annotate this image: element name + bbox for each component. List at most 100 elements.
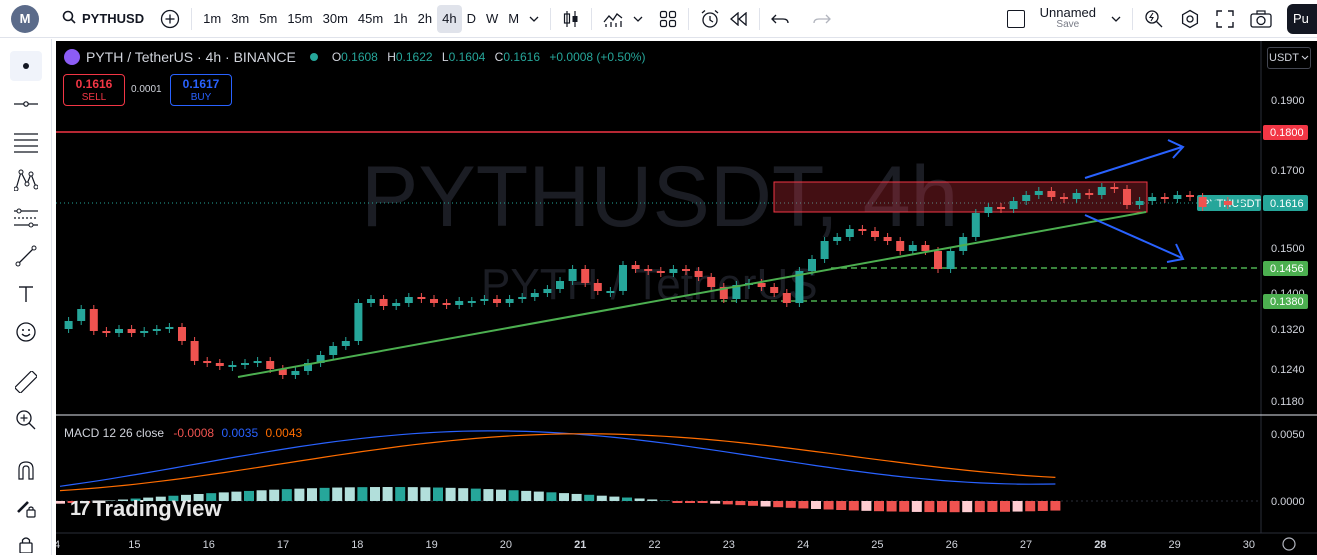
interval-M[interactable]: M <box>503 5 524 33</box>
fullscreen-button[interactable] <box>1211 5 1239 33</box>
bullish-projection-arrow[interactable] <box>1084 139 1185 179</box>
interval-45m[interactable]: 45m <box>353 5 388 33</box>
interval-1m[interactable]: 1m <box>198 5 226 33</box>
buy-button[interactable]: 0.1617 BUY <box>170 74 232 106</box>
macd-histogram-bar <box>710 501 721 504</box>
candle-body <box>1123 189 1131 205</box>
legend-title: PYTH / TetherUS · 4h · BINANCE <box>86 49 296 65</box>
alert-button[interactable] <box>695 5 725 33</box>
macd-legend[interactable]: MACD 12 26 close -0.0008 0.0035 0.0043 <box>64 426 302 440</box>
interval-W[interactable]: W <box>481 5 503 33</box>
current-price-label: 0.1616 <box>1270 198 1304 210</box>
candle-body <box>1148 197 1157 201</box>
trend-line-tool-button[interactable] <box>10 89 42 119</box>
interval-15m[interactable]: 15m <box>282 5 317 33</box>
candle-body <box>707 277 716 287</box>
lock-drawings-button[interactable] <box>10 493 42 523</box>
quick-search-button[interactable] <box>1139 5 1169 33</box>
measure-tool-button[interactable] <box>10 367 42 397</box>
change-value: +0.0008 (+0.50%) <box>549 50 646 64</box>
macd-histogram-bar <box>760 501 771 507</box>
time-axis-settings-button[interactable] <box>1282 537 1296 551</box>
macd-histogram-bar <box>798 501 809 509</box>
bearish-projection-arrow[interactable] <box>1084 214 1185 263</box>
indicators-dropdown[interactable] <box>628 5 648 33</box>
interval-3m[interactable]: 3m <box>226 5 254 33</box>
macd-histogram-bar <box>319 487 330 501</box>
high-value: 0.1622 <box>395 50 433 64</box>
undo-button[interactable] <box>766 5 794 33</box>
symbol-search-button[interactable]: PYTHUSD <box>57 5 149 33</box>
chart-area[interactable]: PYTHUSDT, 4h PYTH / TetherUS 0.1900 0.17… <box>54 41 1317 555</box>
macd-histogram-bar <box>559 493 569 501</box>
interval-2h[interactable]: 2h <box>413 5 437 33</box>
tradingview-logo[interactable]: 17 TradingView <box>70 496 221 522</box>
interval-D[interactable]: D <box>462 5 481 33</box>
consolidation-box[interactable] <box>773 181 1148 213</box>
support-badge-1-label: 0.1456 <box>1270 263 1304 275</box>
macd-histogram-bar <box>294 488 305 501</box>
interval-4h[interactable]: 4h <box>437 4 462 33</box>
prediction-tool-button[interactable] <box>10 203 42 233</box>
macd-histogram-bar <box>231 491 242 501</box>
pattern-tool-button[interactable] <box>10 165 42 195</box>
gear-icon <box>1282 537 1296 551</box>
interval-1h[interactable]: 1h <box>388 5 412 33</box>
candle-body <box>833 237 842 241</box>
macd-histogram-bar <box>924 501 935 513</box>
snapshot-button[interactable] <box>1245 5 1277 33</box>
candle-body <box>417 297 426 299</box>
chart-canvas[interactable]: PYTHUSDT, 4h PYTH / TetherUS 0.1900 0.17… <box>54 41 1317 555</box>
sell-button[interactable]: 0.1616 SELL <box>63 74 125 106</box>
fib-tool-button[interactable] <box>10 127 42 157</box>
price-tick: 0.1500 <box>1271 243 1305 255</box>
candle-body <box>543 289 552 293</box>
candle-body <box>984 207 993 213</box>
macd-histogram-bar <box>634 498 645 501</box>
ruler-icon <box>15 371 37 393</box>
alarm-clock-icon <box>701 9 719 28</box>
symbol-legend[interactable]: PYTH / TetherUS · 4h · BINANCE O0.1608 H… <box>64 49 651 65</box>
tv-logo-icon: 17 <box>70 497 90 520</box>
interval-30m[interactable]: 30m <box>318 5 353 33</box>
interval-5m[interactable]: 5m <box>254 5 282 33</box>
brush-tool-button[interactable] <box>10 241 42 271</box>
chart-type-button[interactable] <box>557 5 585 33</box>
macd-histogram-bar <box>55 501 65 504</box>
text-tool-button[interactable] <box>10 279 42 309</box>
candle-body <box>493 299 501 303</box>
publish-button[interactable]: Pu <box>1287 3 1317 34</box>
candle-body <box>631 265 640 269</box>
price-tick: 0.1320 <box>1271 324 1305 336</box>
replay-button[interactable] <box>725 5 753 33</box>
low-value: 0.1604 <box>448 50 486 64</box>
macd-histogram-bar <box>848 501 859 511</box>
candle-body <box>89 309 98 331</box>
indicators-button[interactable] <box>598 5 628 33</box>
chevron-down-icon <box>529 16 539 22</box>
candle-body <box>480 299 489 301</box>
layout-name-button[interactable]: Unnamed Save <box>1030 5 1106 33</box>
templates-button[interactable] <box>654 5 682 33</box>
cursor-tool-button[interactable] <box>10 51 42 81</box>
layout-dropdown[interactable] <box>1106 5 1126 33</box>
macd-histogram-bar <box>244 490 254 501</box>
settings-button[interactable] <box>1175 5 1205 33</box>
macd-histogram-bar <box>596 495 607 501</box>
user-avatar[interactable]: M <box>11 4 39 33</box>
spread-value: 0.0001 <box>131 84 162 95</box>
currency-select[interactable]: USDT <box>1267 47 1311 69</box>
time-axis[interactable]: 4 15 16 17 18 19 20 21 22 23 24 25 26 27 28 29 30 <box>54 539 1255 551</box>
checkbox-icon <box>1006 9 1025 28</box>
magnet-tool-button[interactable] <box>10 455 42 485</box>
layout-toggle[interactable] <box>1002 5 1030 33</box>
zoom-tool-button[interactable] <box>10 405 42 435</box>
compare-button[interactable] <box>155 5 185 33</box>
time-tick: 24 <box>797 539 809 551</box>
time-tick: 18 <box>351 539 363 551</box>
emoji-tool-button[interactable] <box>10 317 42 347</box>
interval-dropdown[interactable] <box>524 5 544 33</box>
candle-body <box>253 361 262 363</box>
candle-body <box>997 207 1005 209</box>
redo-button[interactable] <box>808 5 836 33</box>
